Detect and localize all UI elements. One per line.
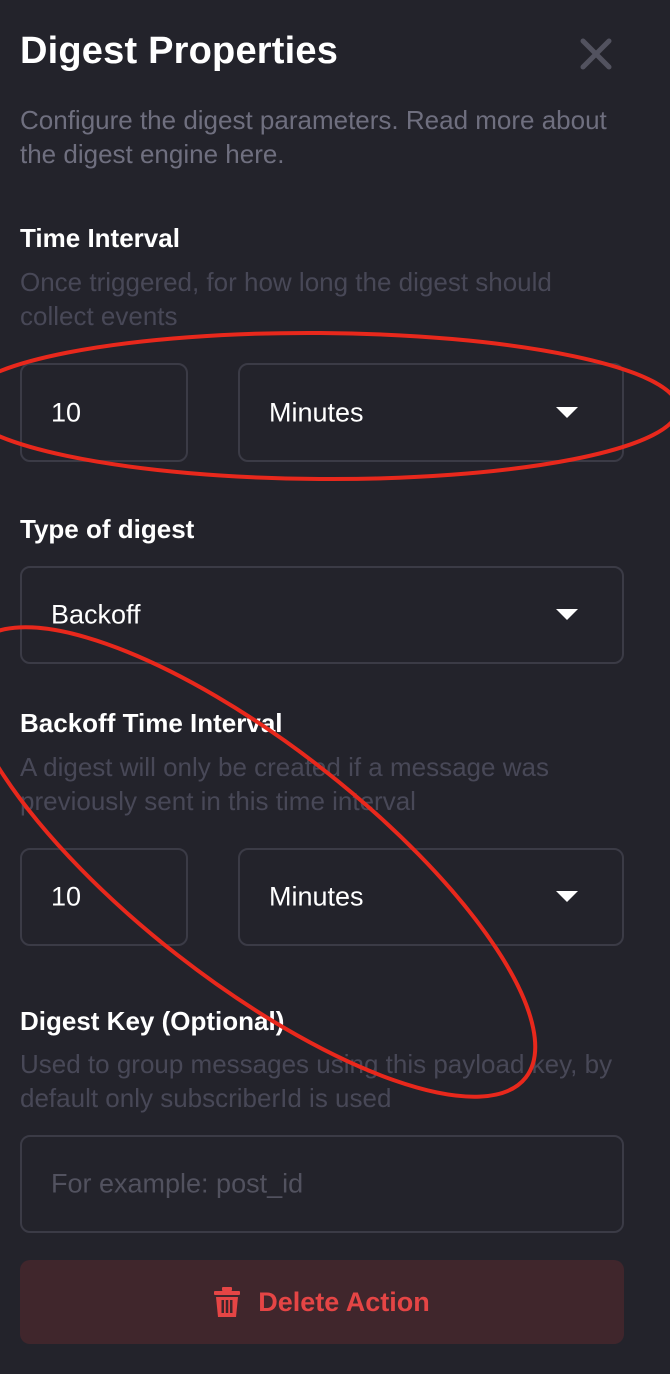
trash-icon xyxy=(214,1287,241,1317)
digest-type-value: Backoff xyxy=(51,599,141,630)
chevron-down-icon xyxy=(556,609,578,620)
digest-key-label: Digest Key (Optional) xyxy=(20,1006,285,1036)
digest-key-placeholder: For example: post_id xyxy=(51,1168,304,1199)
time-interval-unit-select[interactable]: Minutes xyxy=(238,363,624,462)
backoff-interval-label: Backoff Time Interval xyxy=(20,708,283,738)
time-interval-amount-value: 10 xyxy=(51,397,82,427)
digest-type-label: Type of digest xyxy=(20,514,195,544)
digest-type-select[interactable]: Backoff xyxy=(20,566,624,664)
close-icon xyxy=(580,38,612,70)
delete-action-button[interactable]: Delete Action xyxy=(20,1260,624,1344)
backoff-interval-hint: A digest will only be created if a messa… xyxy=(20,752,549,816)
backoff-interval-amount-input[interactable]: 10 xyxy=(20,848,188,946)
delete-action-label: Delete Action xyxy=(258,1286,430,1317)
backoff-interval-amount-value: 10 xyxy=(51,881,82,912)
chevron-down-icon xyxy=(556,406,578,418)
digest-key-input[interactable]: For example: post_id xyxy=(20,1135,624,1233)
backoff-interval-unit-value: Minutes xyxy=(269,881,364,912)
panel-title: Digest Properties xyxy=(20,30,339,72)
time-interval-amount-input[interactable]: 10 xyxy=(20,363,188,462)
backoff-interval-unit-select[interactable]: Minutes xyxy=(238,848,624,946)
time-interval-hint: Once triggered, for how long the digest … xyxy=(20,267,552,331)
time-interval-label: Time Interval xyxy=(20,223,180,253)
time-interval-unit-value: Minutes xyxy=(269,397,364,427)
panel-description: Configure the digest parameters. Read mo… xyxy=(20,105,607,169)
digest-key-hint: Used to group messages using this payloa… xyxy=(20,1049,613,1113)
chevron-down-icon xyxy=(556,891,578,902)
close-button[interactable] xyxy=(578,36,614,72)
